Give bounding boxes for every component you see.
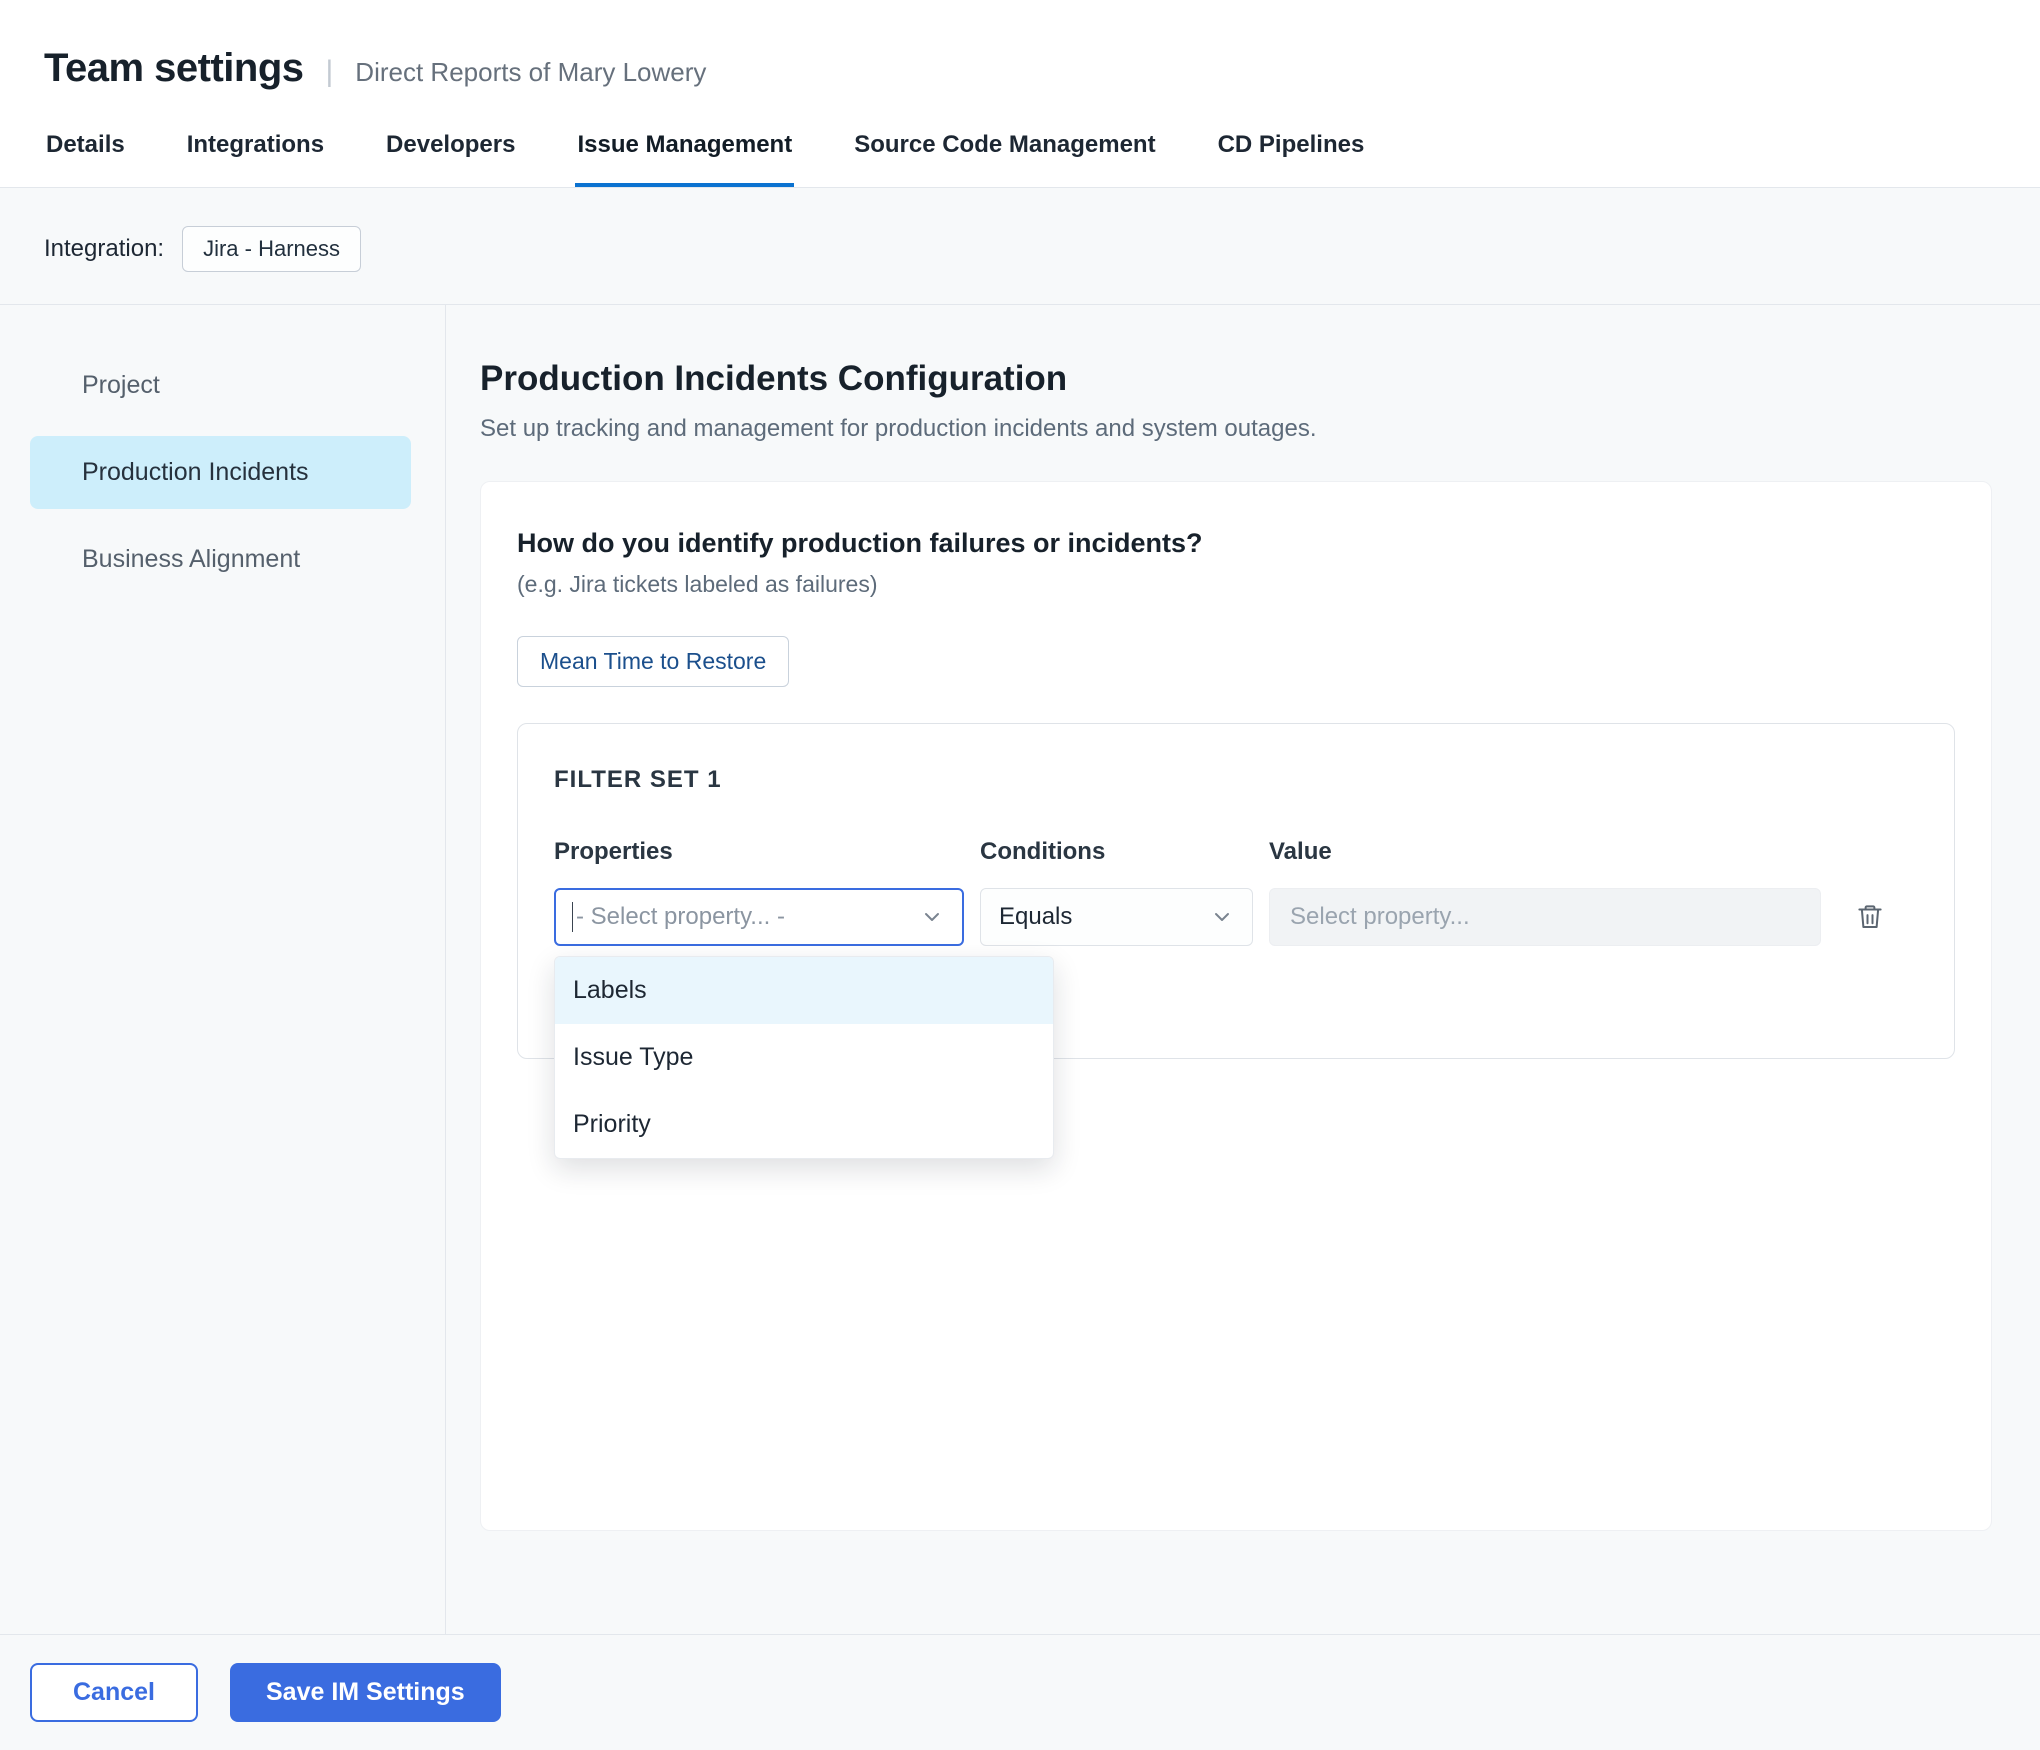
incidents-config-card: How do you identify production failures …	[480, 481, 1992, 1531]
filter-set-panel: FILTER SET 1 Properties Conditions Value…	[517, 723, 1955, 1059]
value-header: Value	[1269, 838, 1821, 866]
property-dropdown-menu: Labels Issue Type Priority	[554, 956, 1054, 1159]
team-settings-page: Team settings | Direct Reports of Mary L…	[0, 0, 2040, 1750]
text-caret	[572, 902, 573, 932]
filter-row: - Select property... - Labels Issue Type…	[554, 888, 1918, 946]
integration-row: Integration: Jira - Harness	[0, 188, 2040, 305]
filter-set-title: FILTER SET 1	[554, 766, 1918, 794]
cancel-button[interactable]: Cancel	[30, 1663, 198, 1722]
value-input[interactable]	[1290, 903, 1800, 931]
main-panel: Production Incidents Configuration Set u…	[446, 305, 2040, 1634]
save-im-settings-button[interactable]: Save IM Settings	[230, 1663, 501, 1722]
config-question: How do you identify production failures …	[517, 528, 1955, 559]
content-area: Project Production Incidents Business Al…	[0, 305, 2040, 1634]
team-name-subtitle: Direct Reports of Mary Lowery	[355, 57, 706, 88]
tab-integrations[interactable]: Integrations	[185, 101, 326, 187]
dropdown-option-issue-type[interactable]: Issue Type	[555, 1024, 1053, 1091]
tab-developers[interactable]: Developers	[384, 101, 517, 187]
condition-select[interactable]: Equals	[980, 888, 1253, 946]
config-hint: (e.g. Jira tickets labeled as failures)	[517, 571, 1955, 598]
page-header: Team settings | Direct Reports of Mary L…	[0, 0, 2040, 101]
integration-label: Integration:	[44, 235, 164, 263]
trash-icon	[1855, 902, 1885, 932]
tab-issue-management[interactable]: Issue Management	[575, 101, 794, 187]
dropdown-option-priority[interactable]: Priority	[555, 1091, 1053, 1158]
section-subtitle: Set up tracking and management for produ…	[480, 415, 1992, 443]
filter-column-headers: Properties Conditions Value	[554, 838, 1918, 866]
property-select-placeholder: - Select property... -	[572, 902, 785, 932]
sidebar-item-project[interactable]: Project	[30, 349, 411, 422]
settings-tabbar: Details Integrations Developers Issue Ma…	[0, 101, 2040, 188]
tab-cd-pipelines[interactable]: CD Pipelines	[1216, 101, 1367, 187]
title-separator: |	[326, 55, 334, 89]
mean-time-to-restore-chip[interactable]: Mean Time to Restore	[517, 636, 789, 687]
delete-filter-button[interactable]	[1850, 897, 1890, 937]
properties-header: Properties	[554, 838, 964, 866]
settings-sidebar: Project Production Incidents Business Al…	[0, 305, 446, 1634]
dropdown-option-labels[interactable]: Labels	[555, 957, 1053, 1024]
condition-select-value: Equals	[999, 903, 1072, 931]
tab-source-code-management[interactable]: Source Code Management	[852, 101, 1157, 187]
conditions-header: Conditions	[980, 838, 1253, 866]
footer-actions: Cancel Save IM Settings	[0, 1634, 2040, 1750]
sidebar-item-business-alignment[interactable]: Business Alignment	[30, 523, 411, 596]
property-select[interactable]: - Select property... - Labels Issue Type…	[554, 888, 964, 946]
tab-details[interactable]: Details	[44, 101, 127, 187]
section-title: Production Incidents Configuration	[480, 359, 1992, 399]
sidebar-item-production-incidents[interactable]: Production Incidents	[30, 436, 411, 509]
value-input-wrapper	[1269, 888, 1821, 946]
chevron-down-icon	[1210, 905, 1234, 929]
chevron-down-icon	[920, 905, 944, 929]
integration-chip[interactable]: Jira - Harness	[182, 226, 361, 272]
page-title: Team settings	[44, 46, 304, 91]
